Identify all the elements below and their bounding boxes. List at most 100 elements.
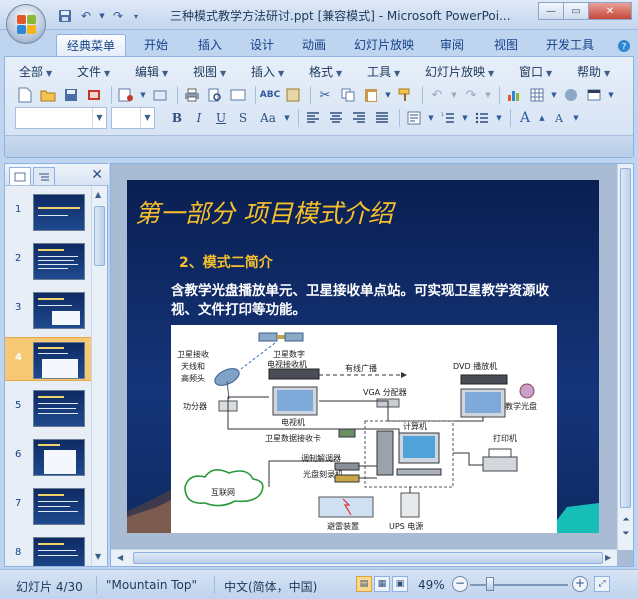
slide-title[interactable]: 第一部分 项目模式介绍: [135, 194, 393, 230]
outline-tab[interactable]: [33, 167, 55, 185]
scrollbar-thumb[interactable]: [133, 552, 603, 564]
scroll-right-icon[interactable]: ▶: [605, 553, 611, 562]
chevron-down-icon[interactable]: ▼: [607, 85, 615, 105]
tab-animation[interactable]: 动画: [294, 34, 334, 57]
chevron-down-icon[interactable]: ▼: [572, 108, 580, 128]
slide-thumbnail[interactable]: 5: [5, 386, 91, 430]
bullets-icon[interactable]: [472, 108, 492, 128]
save-icon[interactable]: [61, 85, 81, 105]
slide-subtitle[interactable]: 2、模式二简介: [179, 252, 273, 272]
network-diagram[interactable]: 卫星接收 天线和 高频头 功分器 卫星数字 电视接收机 有线广播 电视机 VGA…: [171, 325, 557, 533]
new-document-icon[interactable]: [15, 85, 35, 105]
menu-file[interactable]: 文件 ▼: [77, 63, 110, 80]
font-size-input[interactable]: ▼: [111, 107, 155, 129]
menu-slideshow[interactable]: 幻灯片放映 ▼: [425, 63, 494, 80]
next-slide-icon[interactable]: ⏷: [620, 528, 632, 540]
zoom-level[interactable]: 49%: [418, 578, 445, 592]
format-painter-icon[interactable]: [395, 85, 415, 105]
menu-insert[interactable]: 插入 ▼: [251, 63, 284, 80]
align-left-icon[interactable]: [303, 108, 323, 128]
increase-font-icon[interactable]: A: [515, 108, 535, 128]
zoom-in-icon[interactable]: +: [572, 576, 588, 592]
slide-thumbnail[interactable]: 1: [5, 190, 91, 234]
slide-thumbnail[interactable]: 6: [5, 435, 91, 479]
align-right-icon[interactable]: [349, 108, 369, 128]
paste-icon[interactable]: [361, 85, 381, 105]
close-button[interactable]: ✕: [588, 2, 632, 20]
research-icon[interactable]: [283, 85, 303, 105]
slide-sorter-view-icon[interactable]: ▦: [374, 576, 390, 592]
slide-layout-icon[interactable]: [228, 85, 248, 105]
fit-to-window-icon[interactable]: ⤢: [594, 576, 610, 592]
slide-thumbnail[interactable]: 8: [5, 533, 91, 566]
print-icon[interactable]: [182, 85, 202, 105]
bold-button[interactable]: B: [167, 108, 187, 128]
current-slide[interactable]: 第一部分 项目模式介绍 2、模式二简介 含教学光盘播放单元、卫星接收单点站。可实…: [127, 180, 599, 533]
language-indicator[interactable]: 中文(简体，中国): [224, 578, 317, 595]
undo-dropdown-icon[interactable]: ▼: [98, 7, 106, 25]
open-folder-icon[interactable]: [38, 85, 58, 105]
text-box-icon[interactable]: [404, 108, 424, 128]
tab-insert[interactable]: 插入: [190, 34, 230, 57]
menu-format[interactable]: 格式 ▼: [309, 63, 342, 80]
tab-review[interactable]: 审阅: [432, 34, 472, 57]
chevron-down-icon[interactable]: ▼: [140, 108, 154, 128]
slides-panel-scrollbar[interactable]: ▲ ▼: [91, 186, 107, 566]
previous-slide-icon[interactable]: ⏶: [620, 514, 632, 526]
slide-thumbnail[interactable]: 7: [5, 484, 91, 528]
menu-all[interactable]: 全部 ▼: [19, 63, 52, 80]
menu-window[interactable]: 窗口 ▼: [519, 63, 552, 80]
chevron-down-icon[interactable]: ▼: [484, 85, 492, 105]
scroll-left-icon[interactable]: ◀: [117, 553, 123, 562]
redo-icon[interactable]: ↷: [109, 7, 127, 25]
scrollbar-thumb[interactable]: [94, 206, 105, 266]
zoom-slider[interactable]: [470, 584, 568, 586]
slide-thumbnail-selected[interactable]: 4: [5, 337, 91, 381]
undo-icon[interactable]: ↶: [427, 85, 447, 105]
minimize-button[interactable]: —: [538, 2, 564, 20]
cut-icon[interactable]: ✂: [315, 85, 335, 105]
save-icon[interactable]: [56, 7, 74, 25]
tab-slideshow[interactable]: 幻灯片放映: [346, 34, 422, 57]
slide-thumbnail[interactable]: 3: [5, 288, 91, 332]
color-grayscale-icon[interactable]: [561, 85, 581, 105]
tab-classic-menu[interactable]: 经典菜单: [56, 34, 126, 57]
change-case-button[interactable]: Aa: [255, 108, 281, 128]
italic-button[interactable]: I: [189, 108, 209, 128]
shadow-button[interactable]: S: [233, 108, 253, 128]
chevron-down-icon[interactable]: ▼: [283, 108, 291, 128]
insert-chart-icon[interactable]: [504, 85, 524, 105]
chevron-up-icon[interactable]: ▲: [538, 108, 546, 128]
vertical-scrollbar[interactable]: ⏶ ⏷: [617, 164, 633, 550]
slideshow-view-icon[interactable]: ▣: [392, 576, 408, 592]
print-preview-icon[interactable]: [205, 85, 225, 105]
chevron-down-icon[interactable]: ▼: [450, 85, 458, 105]
customize-qat-icon[interactable]: ▾: [130, 7, 142, 25]
horizontal-scrollbar[interactable]: ◀ ▶: [111, 549, 617, 566]
slide-thumbnail[interactable]: 2: [5, 239, 91, 283]
insert-table-icon[interactable]: [527, 85, 547, 105]
attach-icon[interactable]: [150, 85, 170, 105]
chevron-down-icon[interactable]: ▼: [92, 108, 106, 128]
zoom-out-icon[interactable]: −: [452, 576, 468, 592]
chevron-down-icon[interactable]: ▼: [139, 85, 147, 105]
redo-icon[interactable]: ↷: [461, 85, 481, 105]
spelling-icon[interactable]: ABC: [260, 85, 280, 105]
menu-tools[interactable]: 工具 ▼: [367, 63, 400, 80]
close-icon[interactable]: ✕: [91, 167, 103, 183]
new-slide-icon[interactable]: [584, 85, 604, 105]
align-center-icon[interactable]: [326, 108, 346, 128]
menu-help[interactable]: 帮助 ▼: [577, 63, 610, 80]
decrease-font-icon[interactable]: A: [549, 108, 569, 128]
chevron-down-icon[interactable]: ▼: [550, 85, 558, 105]
copy-icon[interactable]: [338, 85, 358, 105]
scroll-down-icon[interactable]: ▼: [95, 552, 101, 561]
tab-view[interactable]: 视图: [486, 34, 526, 57]
office-button[interactable]: [6, 4, 46, 44]
slides-tab[interactable]: [9, 167, 31, 185]
numbering-icon[interactable]: 1: [438, 108, 458, 128]
tab-developer[interactable]: 开发工具: [538, 34, 602, 57]
slide-body-text[interactable]: 含教学光盘播放单元、卫星接收单点站。可实现卫星教学资源收视、文件打印等功能。: [171, 282, 571, 320]
menu-edit[interactable]: 编辑 ▼: [135, 63, 168, 80]
normal-view-icon[interactable]: ▤: [356, 576, 372, 592]
